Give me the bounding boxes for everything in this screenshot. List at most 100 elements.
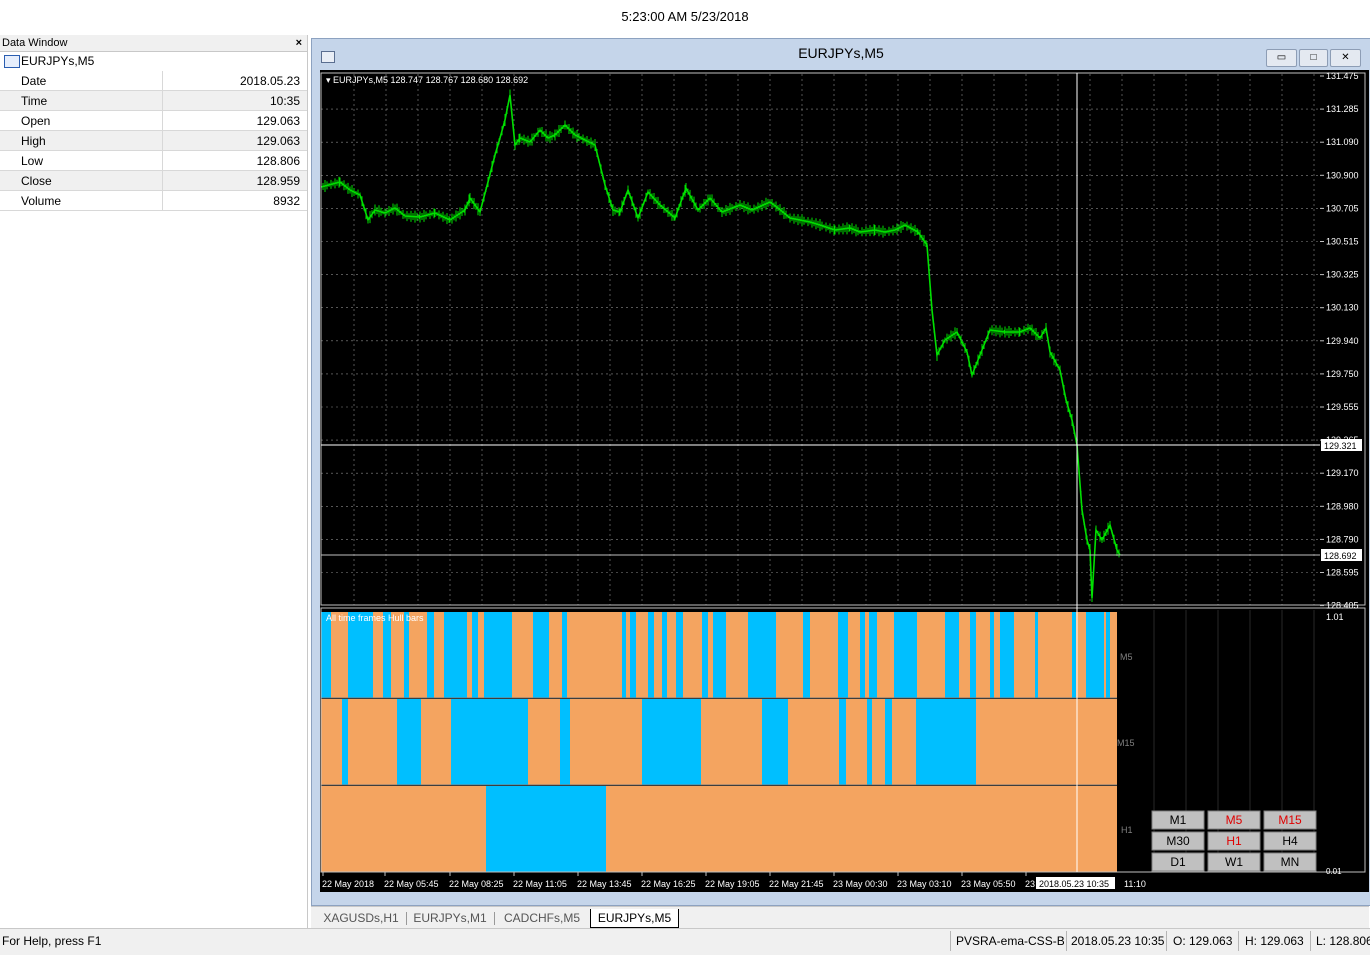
chart-icon bbox=[4, 55, 20, 68]
bull-bar bbox=[894, 612, 917, 698]
x-tick-label: 23 May 00:30 bbox=[833, 879, 888, 889]
tf-button-label[interactable]: MN bbox=[1281, 855, 1300, 869]
hull-bars-indicator bbox=[321, 612, 1117, 873]
bear-bar bbox=[701, 699, 762, 785]
indicator-label: All time frames Hull bars bbox=[326, 613, 424, 623]
bull-bar bbox=[348, 612, 373, 698]
bull-bar bbox=[1086, 612, 1104, 698]
tf-button-label[interactable]: M1 bbox=[1170, 813, 1187, 827]
bear-bar bbox=[994, 612, 1000, 698]
x-tick-label: 22 May 2018 bbox=[322, 879, 374, 889]
bear-bar bbox=[626, 612, 630, 698]
timeframe-buttons[interactable]: M1 M5 M15 M30 H1 H4 D1 W1 MN bbox=[1151, 810, 1317, 872]
bear-bar bbox=[331, 612, 348, 698]
bear-bar bbox=[570, 699, 642, 785]
bull-bar bbox=[451, 699, 528, 785]
close-icon[interactable]: × bbox=[296, 35, 302, 51]
tab-eurjpys-m5[interactable]: EURJPYs,M5 bbox=[590, 909, 679, 928]
bear-bar bbox=[1038, 612, 1072, 698]
chart-header: ▾ EURJPYs,M5 128.747 128.767 128.680 128… bbox=[326, 75, 528, 85]
chart-tabs: XAGUSDs,H1 EURJPYs,M1 CADCHFs,M5 EURJPYs… bbox=[311, 906, 1369, 929]
table-row: Volume 8932 bbox=[0, 190, 307, 211]
status-high: H: 129.063 bbox=[1245, 934, 1304, 948]
y-tick-label: 130.705 bbox=[1326, 203, 1359, 213]
bull-bar bbox=[748, 612, 776, 698]
row-key: Close bbox=[0, 170, 163, 191]
y-tick-label: 128.980 bbox=[1326, 501, 1359, 511]
window-title-clock: 5:23:00 AM 5/23/2018 bbox=[621, 9, 749, 24]
x-tick-label: 22 May 16:25 bbox=[641, 879, 696, 889]
tf-button-label[interactable]: H4 bbox=[1282, 834, 1298, 848]
chart-window-title: EURJPYs,M5 bbox=[798, 45, 884, 61]
y-tick-label: 130.325 bbox=[1326, 270, 1359, 280]
bear-bar bbox=[391, 612, 404, 698]
tf-button-label[interactable]: W1 bbox=[1225, 855, 1243, 869]
table-row: High 129.063 bbox=[0, 130, 307, 151]
minimize-button[interactable]: ▭ bbox=[1266, 49, 1297, 67]
bear-bar bbox=[373, 612, 383, 698]
tab-eurjpys-m1[interactable]: EURJPYs,M1 bbox=[407, 909, 493, 927]
tf-button-label[interactable]: H1 bbox=[1226, 834, 1242, 848]
row-key: Date bbox=[0, 71, 163, 91]
y-tick-label: 131.475 bbox=[1326, 71, 1359, 81]
x-tick-label: 22 May 13:45 bbox=[577, 879, 632, 889]
bear-bar bbox=[528, 699, 560, 785]
bear-bar bbox=[776, 612, 803, 698]
bear-bar bbox=[846, 699, 867, 785]
bear-bar bbox=[976, 612, 990, 698]
bear-bar bbox=[810, 612, 838, 698]
bull-bar bbox=[486, 786, 606, 872]
tf-button-label[interactable]: M30 bbox=[1166, 834, 1190, 848]
data-window-title: Data Window bbox=[2, 37, 68, 49]
bear-bar bbox=[848, 612, 860, 698]
x-tick-label: 22 May 08:25 bbox=[449, 879, 504, 889]
table-row: Time 10:35 bbox=[0, 90, 307, 111]
row-value: 128.806 bbox=[162, 150, 307, 171]
row-key: Volume bbox=[0, 190, 163, 211]
bear-bar bbox=[434, 612, 444, 698]
crosshair-time-label: 2018.05.23 10:35 bbox=[1039, 879, 1109, 889]
close-window-button[interactable]: ✕ bbox=[1330, 49, 1361, 67]
bear-bar bbox=[512, 612, 533, 698]
row-key: Low bbox=[0, 150, 163, 171]
bear-bar bbox=[667, 612, 676, 698]
row-label-h1: H1 bbox=[1121, 825, 1133, 835]
bear-bar bbox=[1104, 612, 1106, 698]
price-chart[interactable]: ▾ EURJPYs,M5 128.747 128.767 128.680 128… bbox=[320, 70, 1369, 892]
tf-button-label[interactable]: D1 bbox=[1170, 855, 1186, 869]
bear-bar bbox=[409, 612, 427, 698]
bull-bar bbox=[427, 612, 434, 698]
table-row: Low 128.806 bbox=[0, 150, 307, 171]
y-tick-label: 129.750 bbox=[1326, 369, 1359, 379]
bull-bar bbox=[648, 612, 654, 698]
row-key: High bbox=[0, 130, 163, 151]
bear-bar bbox=[1014, 612, 1035, 698]
y-tick-label: 128.405 bbox=[1326, 601, 1359, 611]
bear-bar bbox=[917, 612, 945, 698]
tf-button-label[interactable]: M5 bbox=[1226, 813, 1243, 827]
y-tick-label: 128.595 bbox=[1326, 568, 1359, 578]
bull-bar bbox=[869, 612, 877, 698]
bull-bar bbox=[990, 612, 994, 698]
tab-cadchfs-m5[interactable]: CADCHFs,M5 bbox=[495, 909, 589, 927]
row-value: 10:35 bbox=[162, 90, 307, 111]
bull-bar bbox=[1035, 612, 1038, 698]
symbol-label: EURJPYs,M5 bbox=[21, 54, 95, 68]
table-row: Close 128.959 bbox=[0, 170, 307, 191]
bull-bar bbox=[1000, 612, 1014, 698]
bull-bar bbox=[622, 612, 626, 698]
row-label-m15: M15 bbox=[1117, 738, 1135, 748]
row-key: Open bbox=[0, 110, 163, 131]
tf-button-label[interactable]: M15 bbox=[1278, 813, 1302, 827]
bear-bar bbox=[567, 612, 622, 698]
x-tick-label: 22 May 05:45 bbox=[384, 879, 439, 889]
bull-bar bbox=[562, 612, 567, 698]
bear-bar bbox=[788, 699, 839, 785]
y-tick-label: 130.900 bbox=[1326, 170, 1359, 180]
tab-xagusds-h1[interactable]: XAGUSDs,H1 bbox=[317, 909, 405, 927]
maximize-button[interactable]: □ bbox=[1299, 49, 1328, 67]
bear-bar bbox=[321, 699, 342, 785]
bull-bar bbox=[630, 612, 636, 698]
bull-bar bbox=[383, 612, 391, 698]
bull-bar bbox=[397, 699, 421, 785]
